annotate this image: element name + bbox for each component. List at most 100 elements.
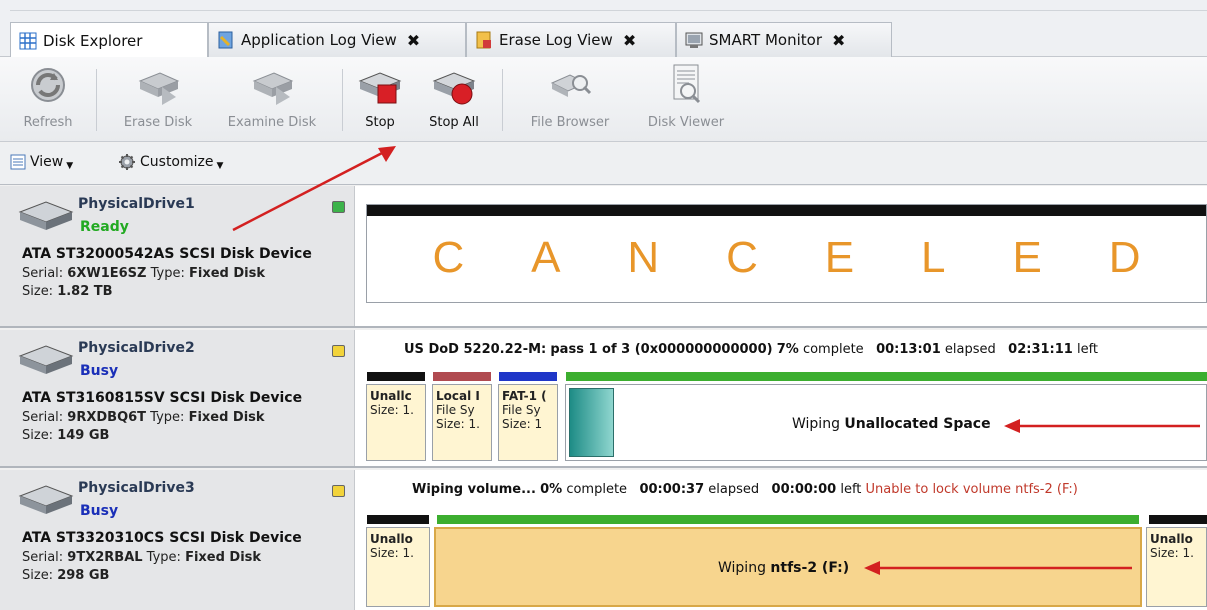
- partition-unallocated[interactable]: Unallo Size: 1.: [366, 527, 430, 607]
- partition-bar: [367, 515, 429, 524]
- partition-local[interactable]: Local I File Sy Size: 1.: [432, 384, 492, 461]
- size-value: 298 GB: [57, 568, 110, 583]
- percent-complete: 7%: [776, 342, 799, 357]
- serial-label: Serial:: [22, 266, 68, 281]
- stop-button[interactable]: Stop: [352, 61, 408, 137]
- error-message: Unable to lock volume ntfs-2 (F:): [865, 482, 1078, 497]
- drive-model: ATA ST3160815SV SCSI Disk Device: [22, 390, 303, 406]
- refresh-label: Refresh: [23, 115, 73, 130]
- partition-text: Unallo Size: 1.: [1150, 532, 1203, 560]
- partition-fs: File Sy: [436, 403, 475, 417]
- size-value: 1.82 TB: [57, 284, 113, 299]
- pass-info: pass 1 of 3 (0x000000000000): [550, 342, 773, 357]
- wipe-target: ntfs-2 (F:): [770, 560, 850, 576]
- partition-bar: [433, 372, 491, 381]
- drive-size: Size: 1.82 TB: [22, 284, 113, 299]
- serial-label: Serial:: [22, 410, 68, 425]
- type-label: Type:: [146, 266, 189, 281]
- drive-model: ATA ST3320310CS SCSI Disk Device: [22, 530, 302, 546]
- size-label: Size:: [22, 428, 58, 443]
- monitor-icon: [685, 31, 703, 49]
- partition-bar: [499, 372, 557, 381]
- canceled-letter: N: [627, 233, 660, 282]
- tab-smart-monitor[interactable]: SMART Monitor ✖: [676, 22, 892, 57]
- type-value: Fixed Disk: [188, 410, 265, 425]
- stop-all-label: Stop All: [429, 115, 479, 130]
- erase-disk-button[interactable]: Erase Disk: [108, 61, 208, 137]
- partition-fat[interactable]: FAT-1 (File Sy Size: 1: [498, 384, 558, 461]
- drive-info: PhysicalDrive3 Busy ATA ST3320310CS SCSI…: [0, 470, 355, 610]
- close-icon[interactable]: ✖: [407, 31, 420, 50]
- wipe-label: Wiping ntfs-2 (F:): [718, 560, 849, 576]
- status-badge: Busy: [80, 503, 119, 519]
- toolbar-divider: [502, 69, 503, 131]
- partition-bar: [566, 372, 1207, 381]
- partition-text: Unallo Size: 1.: [370, 532, 426, 560]
- stop-label: Stop: [365, 115, 395, 130]
- partition-text: Unallc Size: 1.: [370, 389, 422, 417]
- drive-panel-3[interactable]: PhysicalDrive3 Busy ATA ST3320310CS SCSI…: [0, 470, 1207, 610]
- drive-serial-type: Serial: 9TX2RBAL Type: Fixed Disk: [22, 550, 261, 565]
- toolbar-divider: [342, 69, 343, 131]
- customize-menu[interactable]: Customize ▼: [118, 153, 223, 171]
- size-value: 149 GB: [57, 428, 110, 443]
- wipe-label: Wiping Unallocated Space: [792, 416, 991, 432]
- erase-log-icon: [475, 31, 493, 49]
- view-label: View: [30, 154, 64, 170]
- view-bar: View ▼ Customize ▼: [0, 143, 1207, 185]
- status-badge: Ready: [80, 219, 129, 235]
- stop-all-button[interactable]: Stop All: [418, 61, 490, 137]
- partition-name: Unallo: [370, 532, 413, 546]
- progress-status: US DoD 5220.22-M: pass 1 of 3 (0x0000000…: [404, 342, 1098, 357]
- wipe-method: Wiping volume...: [412, 482, 536, 497]
- file-browser-button[interactable]: File Browser: [514, 61, 626, 137]
- canceled-letter: A: [531, 233, 561, 282]
- partition-size: Size: 1: [502, 417, 543, 431]
- drive-panel-1[interactable]: PhysicalDrive1 Ready ATA ST32000542AS SC…: [0, 186, 1207, 328]
- elapsed-time: 00:13:01: [876, 342, 941, 357]
- disk-viewer-icon: [673, 64, 701, 104]
- refresh-button[interactable]: Refresh: [18, 61, 78, 137]
- canceled-letter: E: [824, 233, 855, 282]
- tab-strip-rule: [10, 10, 1207, 11]
- tab-label: Disk Explorer: [43, 31, 143, 50]
- type-label: Type:: [146, 410, 189, 425]
- close-icon[interactable]: ✖: [623, 31, 636, 50]
- drive-model: ATA ST32000542AS SCSI Disk Device: [22, 246, 312, 262]
- tab-label: SMART Monitor: [709, 31, 823, 49]
- partition-unallocated[interactable]: Unallo Size: 1.: [1146, 527, 1207, 607]
- examine-disk-button[interactable]: Examine Disk: [212, 61, 332, 137]
- canceled-letter: C: [432, 233, 465, 282]
- partition-unallocated[interactable]: Unallc Size: 1.: [366, 384, 426, 461]
- status-badge: Busy: [80, 363, 119, 379]
- disk-viewer-button[interactable]: Disk Viewer: [634, 61, 738, 137]
- gear-icon: [119, 154, 135, 170]
- drive-name: PhysicalDrive3: [78, 480, 195, 496]
- tab-erase-log-view[interactable]: Erase Log View ✖: [466, 22, 676, 57]
- close-icon[interactable]: ✖: [832, 31, 845, 50]
- canceled-letter: E: [1012, 233, 1042, 282]
- wipe-method: US DoD 5220.22-M:: [404, 342, 547, 357]
- wipe-prefix: Wiping: [792, 416, 840, 432]
- file-browser-icon: [550, 74, 592, 97]
- elapsed-label: elapsed: [708, 482, 760, 497]
- complete-label: complete: [566, 482, 628, 497]
- stop-icon: [358, 72, 402, 104]
- tab-disk-explorer[interactable]: Disk Explorer: [10, 22, 208, 58]
- tab-label: Application Log View: [241, 31, 397, 49]
- partition-size: Size: 1.: [436, 417, 480, 431]
- toolbar-divider: [96, 69, 97, 131]
- drive-info: PhysicalDrive2 Busy ATA ST3160815SV SCSI…: [0, 330, 355, 466]
- tab-application-log-view[interactable]: Application Log View ✖: [208, 22, 466, 57]
- wipe-target: Unallocated Space: [844, 416, 991, 432]
- toolbar: Refresh Erase Disk Examine Disk Stop Sto…: [0, 57, 1207, 142]
- drive-panel-2[interactable]: PhysicalDrive2 Busy ATA ST3160815SV SCSI…: [0, 330, 1207, 468]
- drive-name: PhysicalDrive1: [78, 196, 195, 212]
- examine-disk-label: Examine Disk: [227, 115, 317, 130]
- canceled-letter: C: [726, 233, 758, 282]
- partition-text: FAT-1 (File Sy Size: 1: [502, 389, 554, 431]
- partition-bar: [437, 515, 1139, 524]
- partition-bar: [1149, 515, 1207, 524]
- disk-viewer-label: Disk Viewer: [647, 115, 725, 130]
- view-menu[interactable]: View ▼: [10, 153, 73, 171]
